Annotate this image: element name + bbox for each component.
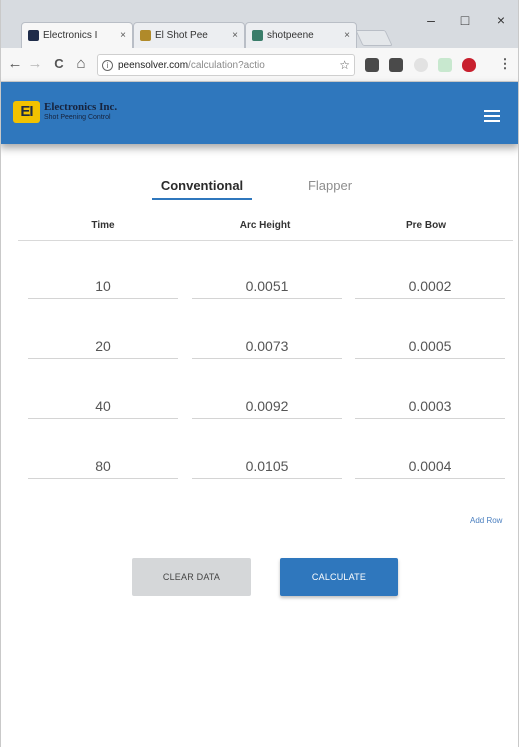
active-tab-indicator: [152, 198, 252, 200]
extension-icon[interactable]: [365, 58, 379, 72]
browser-tab-shotpeener[interactable]: shotpeene ×: [245, 22, 357, 48]
brand: Electronics Inc. Shot Peening Control: [44, 101, 117, 122]
reload-icon[interactable]: C: [51, 56, 67, 72]
favicon-icon: [28, 30, 39, 41]
close-window-icon[interactable]: ×: [491, 12, 511, 28]
pre-bow-input[interactable]: 0.0003: [355, 393, 505, 419]
column-header-pre-bow: Pre Bow: [405, 220, 446, 231]
tab-label: Flapper: [307, 178, 353, 193]
header-divider: [18, 240, 513, 241]
column-header-arc-height: Arc Height: [239, 220, 291, 231]
forward-arrow-icon[interactable]: →: [27, 56, 43, 72]
brand-name: Electronics Inc.: [44, 101, 118, 113]
arc-height-input[interactable]: 0.0051: [192, 273, 342, 299]
browser-chrome: Electronics I × El Shot Pee × shotpeene …: [0, 0, 519, 82]
time-input[interactable]: 20: [28, 333, 178, 359]
pre-bow-input[interactable]: 0.0004: [355, 453, 505, 479]
close-tab-icon[interactable]: ×: [120, 30, 126, 41]
browser-toolbar: ← → C ⌂ i peensolver.com /calculation?ac…: [1, 48, 518, 82]
browser-menu-icon[interactable]: ⋮: [497, 56, 513, 72]
browser-tab-title: El Shot Pee: [155, 30, 208, 41]
address-path: /calculation?actio: [188, 59, 265, 71]
address-host: peensolver.com: [118, 59, 189, 71]
close-tab-icon[interactable]: ×: [344, 30, 350, 41]
tab-strip: Electronics I × El Shot Pee × shotpeene …: [1, 0, 518, 48]
mode-tabs: Conventional Flapper: [0, 178, 519, 202]
address-bar[interactable]: i peensolver.com /calculation?actio ☆: [97, 54, 355, 76]
tab-conventional[interactable]: Conventional: [152, 178, 252, 200]
shield-icon[interactable]: [462, 58, 476, 72]
favicon-icon: [252, 30, 263, 41]
browser-tab-electronics[interactable]: Electronics I ×: [21, 22, 133, 48]
back-arrow-icon[interactable]: ←: [7, 56, 23, 72]
arc-height-input[interactable]: 0.0073: [192, 333, 342, 359]
brand-subtitle: Shot Peening Control: [44, 114, 111, 121]
extension-icon[interactable]: [414, 58, 428, 72]
minimize-window-icon[interactable]: –: [421, 12, 441, 28]
info-icon[interactable]: i: [102, 59, 113, 71]
hamburger-menu-icon[interactable]: [484, 110, 500, 122]
extension-icon[interactable]: [389, 58, 403, 72]
pre-bow-input[interactable]: 0.0002: [355, 273, 505, 299]
maximize-window-icon[interactable]: □: [455, 12, 475, 28]
add-row-link[interactable]: Add Row: [470, 516, 502, 525]
favicon-icon: [140, 30, 151, 41]
app-header: EI Electronics Inc. Shot Peening Control: [0, 82, 519, 144]
browser-tab-title: shotpeene: [267, 30, 314, 41]
tab-flapper[interactable]: Flapper: [295, 178, 365, 193]
extension-icon[interactable]: [438, 58, 452, 72]
company-logo: EI: [13, 101, 40, 123]
clear-data-button[interactable]: CLEAR DATA: [132, 558, 251, 596]
arc-height-input[interactable]: 0.0105: [192, 453, 342, 479]
bookmark-star-icon[interactable]: ☆: [336, 58, 350, 72]
close-tab-icon[interactable]: ×: [232, 30, 238, 41]
browser-tab-title: Electronics I: [43, 30, 98, 41]
pre-bow-input[interactable]: 0.0005: [355, 333, 505, 359]
time-input[interactable]: 10: [28, 273, 178, 299]
time-input[interactable]: 80: [28, 453, 178, 479]
tab-label: Conventional: [160, 178, 244, 193]
calculate-button[interactable]: CALCULATE: [280, 558, 398, 596]
column-header-time: Time: [91, 220, 115, 231]
new-tab-button[interactable]: [355, 30, 393, 46]
arc-height-input[interactable]: 0.0092: [192, 393, 342, 419]
home-icon[interactable]: ⌂: [73, 56, 89, 72]
browser-tab-el-shot-peening[interactable]: El Shot Pee ×: [133, 22, 245, 48]
time-input[interactable]: 40: [28, 393, 178, 419]
